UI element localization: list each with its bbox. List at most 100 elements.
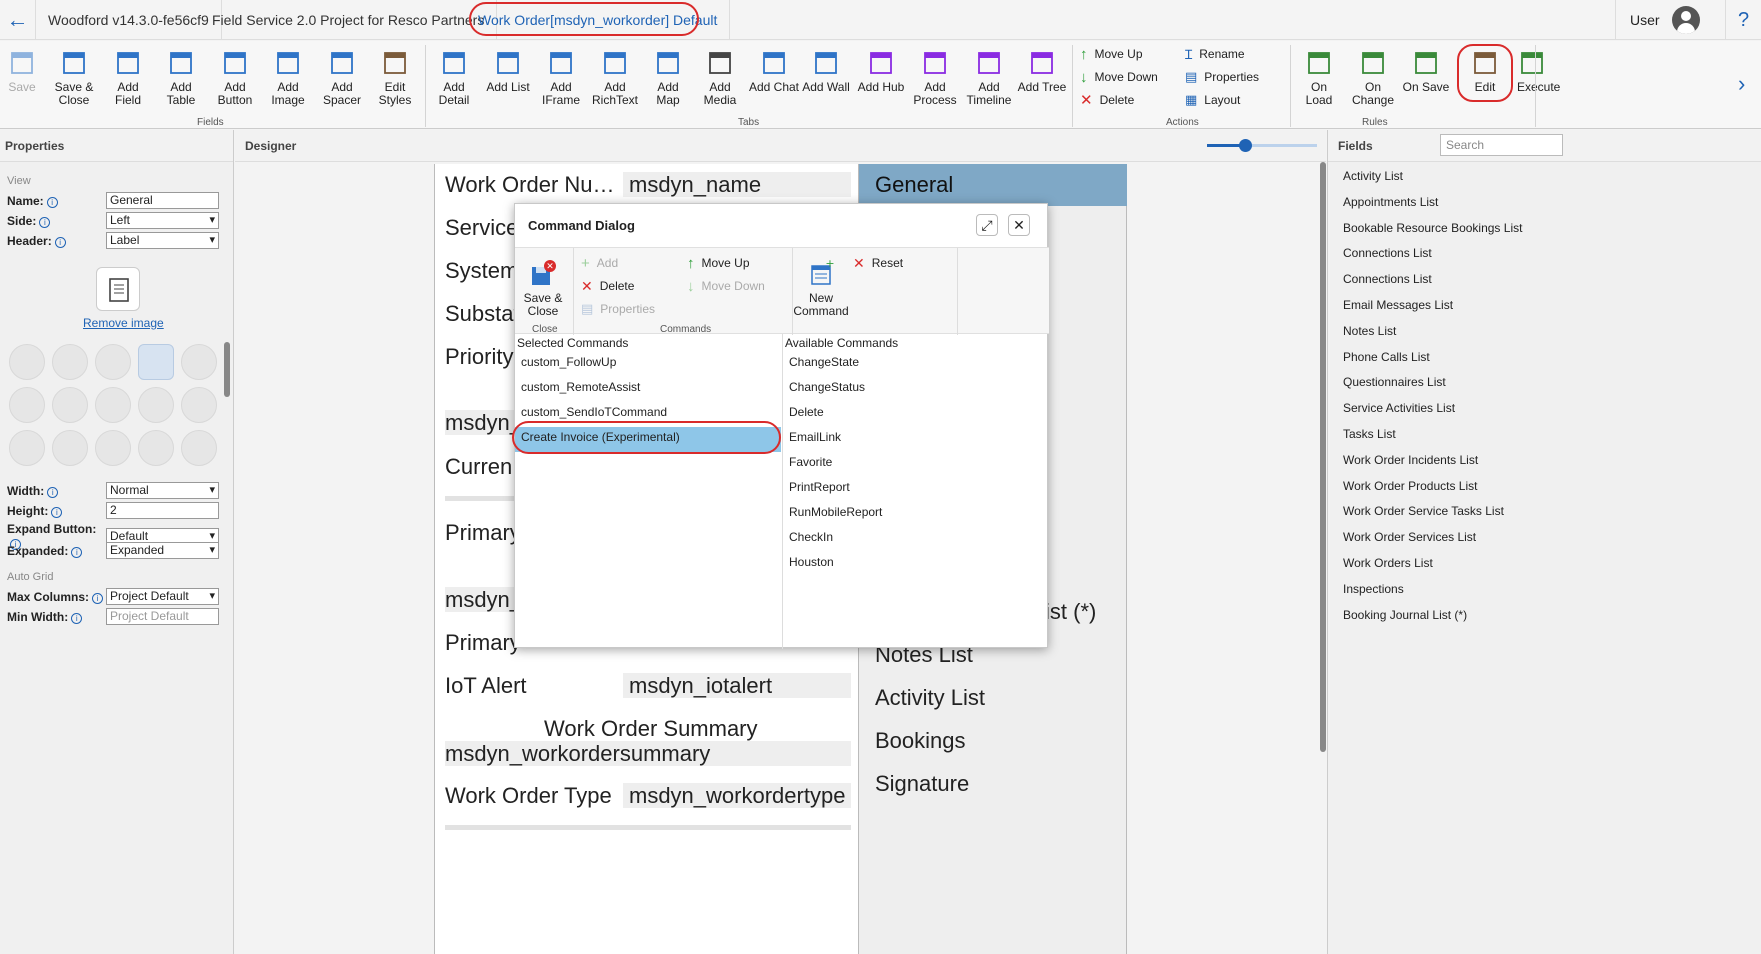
- designer-scrollbar[interactable]: [1320, 162, 1326, 752]
- selected-command-item[interactable]: custom_FollowUp: [515, 352, 781, 377]
- field-value[interactable]: msdyn_name: [623, 172, 851, 197]
- add-image-button[interactable]: Add Image: [266, 47, 310, 107]
- add-richtext-button[interactable]: Add RichText: [590, 47, 640, 107]
- pie-chart-icon[interactable]: [181, 430, 217, 466]
- save-close-button[interactable]: Save & Close: [52, 47, 96, 107]
- user-menu[interactable]: User: [1615, 0, 1725, 40]
- add-wall-button[interactable]: Add Wall: [800, 47, 852, 94]
- add-timeline-button[interactable]: Add Timeline: [964, 47, 1014, 107]
- add-map-button[interactable]: Add Map: [644, 47, 692, 107]
- header-select[interactable]: Label: [106, 232, 219, 249]
- back-arrow-icon[interactable]: ←: [0, 0, 36, 40]
- notes-icon[interactable]: [95, 344, 131, 380]
- available-command-item[interactable]: ChangeState: [783, 352, 1049, 377]
- tab-project[interactable]: Field Service 2.0 Project for Resco Part…: [200, 0, 498, 40]
- field-list-item[interactable]: Appointments List: [1343, 193, 1522, 219]
- add-media-button[interactable]: Add Media: [694, 47, 746, 107]
- field-list-item[interactable]: Tasks List: [1343, 425, 1522, 451]
- info-icon[interactable]: i: [71, 612, 83, 624]
- ribbon-scroll-right-icon[interactable]: ›: [1738, 71, 1745, 97]
- move-up-command-button[interactable]: ↑ Move Up: [687, 254, 750, 272]
- fields-search-input[interactable]: Search: [1440, 134, 1563, 156]
- available-command-item[interactable]: RunMobileReport: [783, 502, 1049, 527]
- tab-bookings[interactable]: Bookings: [875, 728, 966, 754]
- tab-activity-list[interactable]: Activity List: [875, 685, 985, 711]
- properties-command-button[interactable]: ▤ Properties: [581, 300, 655, 318]
- add-detail-button[interactable]: Add Detail: [428, 47, 480, 107]
- delete-command-button[interactable]: ✕ Delete: [581, 277, 634, 295]
- field-list-item[interactable]: Work Order Products List: [1343, 477, 1522, 503]
- add-process-button[interactable]: Add Process: [910, 47, 960, 107]
- reset-button[interactable]: ✕ Reset: [853, 254, 903, 272]
- clipboard-icon[interactable]: [9, 344, 45, 380]
- tab-signature[interactable]: Signature: [875, 771, 969, 797]
- save-button[interactable]: Save: [8, 47, 36, 94]
- info-icon[interactable]: i: [71, 546, 83, 558]
- add-tree-button[interactable]: Add Tree: [1016, 47, 1068, 94]
- field-list-item[interactable]: Service Activities List: [1343, 399, 1522, 425]
- field-list-item[interactable]: Bookable Resource Bookings List: [1343, 219, 1522, 245]
- field-list-item[interactable]: Booking Journal List (*): [1343, 606, 1522, 632]
- add-command-button[interactable]: + Add: [581, 254, 618, 272]
- add-field-button[interactable]: Add Field: [106, 47, 150, 107]
- available-command-item[interactable]: CheckIn: [783, 527, 1049, 552]
- close-icon[interactable]: ✕: [1008, 214, 1030, 236]
- field-label[interactable]: Service: [445, 215, 518, 241]
- info-icon[interactable]: i: [46, 196, 58, 208]
- field-list-item[interactable]: Questionnaires List: [1343, 373, 1522, 399]
- available-command-item[interactable]: Delete: [783, 402, 1049, 427]
- new-command-button[interactable]: + New Command: [793, 258, 848, 318]
- move-down-command-button[interactable]: ↓ Move Down: [687, 277, 765, 295]
- available-command-item[interactable]: Houston: [783, 552, 1049, 577]
- delete-button[interactable]: ✕ Delete: [1080, 91, 1134, 109]
- tab-image-preview[interactable]: [96, 267, 140, 311]
- side-select[interactable]: Left: [106, 212, 219, 229]
- on-load-button[interactable]: On Load: [1296, 47, 1342, 107]
- document-icon[interactable]: [138, 344, 174, 380]
- field-label[interactable]: Substat: [445, 301, 520, 327]
- field-list-item[interactable]: Work Order Service Tasks List: [1343, 502, 1522, 528]
- field-label[interactable]: Work Order Nu…: [445, 172, 615, 198]
- field-list-item[interactable]: Inspections: [1343, 580, 1522, 606]
- checklist-icon[interactable]: [9, 430, 45, 466]
- add-iframe-button[interactable]: Add IFrame: [536, 47, 586, 107]
- field-label[interactable]: System: [445, 258, 518, 284]
- warehouse-icon[interactable]: [138, 387, 174, 423]
- layout-button[interactable]: ▦ Layout: [1185, 91, 1240, 109]
- remove-image-link[interactable]: Remove image: [83, 316, 164, 330]
- execute-button[interactable]: Execute: [1517, 47, 1560, 94]
- field-label[interactable]: Curren: [445, 454, 512, 480]
- field-list-item[interactable]: Work Order Services List: [1343, 528, 1522, 554]
- available-command-item[interactable]: EmailLink: [783, 427, 1049, 452]
- expanded-select[interactable]: Expanded: [106, 542, 219, 559]
- service-bell-icon[interactable]: [52, 430, 88, 466]
- field-label[interactable]: Primary: [445, 630, 521, 656]
- field-label[interactable]: IoT Alert: [445, 673, 527, 699]
- add-table-button[interactable]: Add Table: [159, 47, 203, 107]
- field-list-item[interactable]: Work Orders List: [1343, 554, 1522, 580]
- add-list-button[interactable]: Add List: [482, 47, 534, 94]
- info-icon[interactable]: i: [54, 236, 66, 248]
- selected-command-item[interactable]: custom_RemoteAssist: [515, 377, 781, 402]
- edit-button[interactable]: Edit: [1462, 47, 1508, 94]
- compass-icon[interactable]: [138, 430, 174, 466]
- person-pin-icon[interactable]: [181, 344, 217, 380]
- field-label[interactable]: Work Order Type: [445, 783, 612, 809]
- field-value[interactable]: msdyn_workordertype: [623, 783, 851, 808]
- field-list-item[interactable]: Notes List: [1343, 322, 1522, 348]
- name-input[interactable]: General: [106, 192, 219, 209]
- add-spacer-button[interactable]: Add Spacer: [322, 47, 362, 107]
- properties-scrollbar[interactable]: [224, 342, 230, 397]
- info-icon[interactable]: i: [47, 486, 59, 498]
- add-button-button[interactable]: Add Button: [214, 47, 256, 107]
- field-list-item[interactable]: Activity List: [1343, 167, 1522, 193]
- save-close-button[interactable]: ✕ Save & Close: [523, 258, 563, 318]
- field-list-item[interactable]: Connections List: [1343, 270, 1522, 296]
- field-list-item[interactable]: Work Order Incidents List: [1343, 451, 1522, 477]
- move-down-button[interactable]: ↓ Move Down: [1080, 68, 1158, 86]
- height-input[interactable]: 2: [106, 502, 219, 519]
- selected-command-item[interactable]: Create Invoice (Experimental): [515, 427, 781, 452]
- add-chat-button[interactable]: Add Chat: [748, 47, 800, 94]
- on-save-button[interactable]: On Save: [1402, 47, 1450, 94]
- tab-work-order-form[interactable]: Work Order[msdyn_workorder] Default: [466, 0, 731, 40]
